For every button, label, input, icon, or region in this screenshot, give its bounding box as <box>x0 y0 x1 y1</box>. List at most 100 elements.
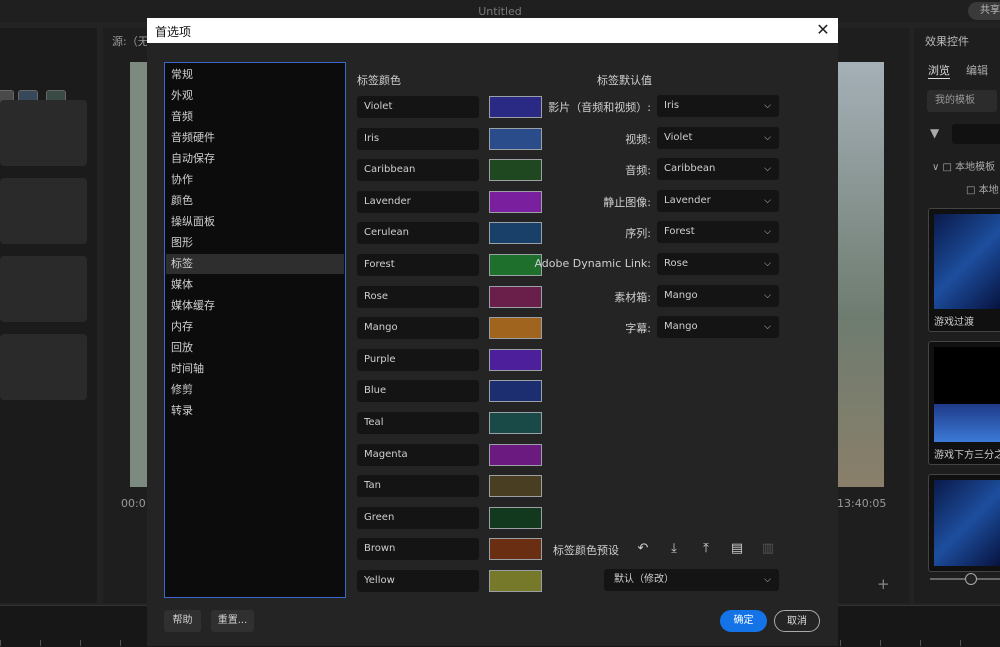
label-color-swatch[interactable] <box>489 348 542 371</box>
my-templates-button[interactable]: 我的模板 <box>927 90 997 112</box>
category-item[interactable]: 常规 <box>166 65 344 85</box>
category-item[interactable]: 媒体缓存 <box>166 296 344 316</box>
label-color-swatch[interactable] <box>489 412 542 434</box>
chevron-down-icon: ⌵ <box>764 164 771 175</box>
cancel-button[interactable]: 取消 <box>774 610 820 632</box>
chevron-down-icon: ⌵ <box>764 322 771 333</box>
chevron-down-icon: ⌵ <box>764 132 771 143</box>
category-item[interactable]: 自动保存 <box>166 149 344 169</box>
category-item[interactable]: 媒体 <box>166 275 344 295</box>
app-title: Untitled <box>478 5 522 18</box>
undo-icon[interactable]: ↶ <box>634 540 652 558</box>
label-default-label: 影片（音频和视频）: <box>548 101 651 114</box>
category-item[interactable]: 时间轴 <box>166 359 344 379</box>
preferences-dialog: 首选项 ✕ 常规 外观 音频 音频硬件 自动保存 协作 颜色 操纵面板 图形 标签 媒体 媒体缓存 内存… <box>147 18 838 646</box>
category-item[interactable]: 操纵面板 <box>166 212 344 232</box>
label-color-name-field[interactable]: Teal <box>357 412 479 434</box>
folder-icon[interactable]: ▤ <box>728 540 746 558</box>
template-card[interactable]: 游戏下方三分之 <box>928 341 1000 465</box>
label-color-name-field[interactable]: Tan <box>357 475 479 498</box>
label-color-name-field[interactable]: Yellow <box>357 570 479 592</box>
video-frame-right <box>838 62 884 487</box>
label-default-value: Caribbean <box>664 163 716 175</box>
label-colors-header: 标签颜色 <box>357 74 401 87</box>
template-thumbnail <box>934 214 1000 309</box>
effects-panel-title: 效果控件 <box>925 35 969 48</box>
project-item[interactable] <box>0 178 87 244</box>
label-default-value: Forest <box>664 226 695 238</box>
category-item[interactable]: 内存 <box>166 317 344 337</box>
label-default-label: 视频: <box>625 132 651 146</box>
label-default-value: Mango <box>664 321 698 333</box>
label-color-swatch[interactable] <box>489 506 542 529</box>
reset-button[interactable]: 重置... <box>211 610 254 632</box>
label-default-label: 静止图像: <box>603 195 651 209</box>
label-color-swatch[interactable] <box>489 475 542 498</box>
label-default-value: Rose <box>664 258 688 269</box>
slider-handle[interactable] <box>965 573 977 585</box>
project-item[interactable] <box>0 256 87 322</box>
chevron-down-icon: ⌵ <box>764 575 771 585</box>
project-panel <box>0 28 97 603</box>
label-default-dropdown[interactable]: Iris ⌵ <box>657 95 779 117</box>
help-button[interactable]: 帮助 <box>164 610 201 632</box>
filter-icon[interactable]: ▼ <box>930 126 939 140</box>
preset-value: 默认（修改） <box>614 574 674 585</box>
label-color-name-field[interactable]: Blue <box>357 380 479 403</box>
tab-browse[interactable]: 浏览 <box>928 62 950 79</box>
category-list: 常规 外观 音频 音频硬件 自动保存 协作 颜色 操纵面板 图形 标签 媒体 媒体缓存 内存 回放 时间轴修… <box>164 62 346 598</box>
timecode-duration: 13:40:05 <box>837 497 887 510</box>
project-item[interactable] <box>0 334 87 400</box>
ok-button[interactable]: 确定 <box>720 610 767 632</box>
label-color-swatch[interactable] <box>489 443 542 466</box>
tab-edit[interactable]: 编辑 <box>966 62 988 78</box>
category-item[interactable]: 颜色 <box>166 191 344 211</box>
label-default-label: 素材箱: <box>614 290 651 304</box>
label-color-swatch[interactable] <box>489 538 542 561</box>
label-default-dropdown[interactable]: Lavender ⌵ <box>657 189 779 212</box>
template-card[interactable] <box>928 474 1000 572</box>
close-icon[interactable]: ✕ <box>813 20 833 40</box>
chevron-down-icon: ⌵ <box>764 290 771 301</box>
preset-dropdown[interactable]: 默认（修改） ⌵ <box>604 569 779 591</box>
label-default-label: 序列: <box>625 227 651 241</box>
category-item[interactable]: 回放 <box>166 338 344 358</box>
label-color-name-field[interactable]: Green <box>357 506 479 529</box>
label-default-dropdown[interactable]: Mango ⌵ <box>657 284 779 307</box>
import-icon[interactable]: ⤓ <box>665 540 683 558</box>
share-button[interactable]: 共享 <box>968 2 1000 20</box>
add-icon[interactable]: + <box>877 575 890 593</box>
template-thumbnail <box>934 480 1000 566</box>
preset-label: 标签颜色预设 <box>553 544 619 557</box>
category-item[interactable]: 图形 <box>166 233 344 253</box>
export-icon[interactable]: ⤒ <box>697 540 715 558</box>
template-card[interactable]: 游戏过渡 <box>928 208 1000 332</box>
chevron-down-icon: ⌵ <box>764 101 771 111</box>
label-default-dropdown[interactable]: Forest ⌵ <box>657 221 779 244</box>
label-defaults-header: 标签默认值 <box>597 74 652 87</box>
label-default-dropdown[interactable]: Caribbean ⌵ <box>657 158 779 181</box>
label-color-name-field[interactable]: Magenta <box>357 443 479 466</box>
label-default-dropdown[interactable]: Mango ⌵ <box>657 316 779 339</box>
tree-item-local[interactable]: □ 本地 <box>966 181 999 196</box>
label-color-name-field[interactable]: Purple <box>357 348 479 371</box>
label-default-dropdown[interactable]: Violet ⌵ <box>657 126 779 149</box>
template-search-input[interactable] <box>952 124 1000 144</box>
category-item[interactable]: 音频 <box>166 107 344 127</box>
project-item[interactable] <box>0 100 87 166</box>
label-color-swatch[interactable] <box>489 570 542 592</box>
category-item[interactable]: 修剪 <box>166 380 344 400</box>
source-monitor-label: 源:（无 <box>112 35 149 48</box>
category-item[interactable]: 转录 <box>166 401 344 421</box>
category-item[interactable]: 音频硬件 <box>166 128 344 148</box>
label-default-dropdown[interactable]: Rose ⌵ <box>657 253 779 275</box>
label-color-swatch[interactable] <box>489 380 542 403</box>
category-item[interactable]: 协作 <box>166 170 344 190</box>
label-default-value: Iris <box>664 100 680 111</box>
category-item[interactable]: 外观 <box>166 86 344 106</box>
label-color-name-field[interactable]: Brown <box>357 538 479 561</box>
tree-item-local-templates[interactable]: ∨ □ 本地模板 <box>932 158 995 173</box>
chevron-down-icon: ⌵ <box>764 195 771 206</box>
label-default-value: Mango <box>664 289 698 301</box>
category-item[interactable]: 标签 <box>166 254 344 274</box>
